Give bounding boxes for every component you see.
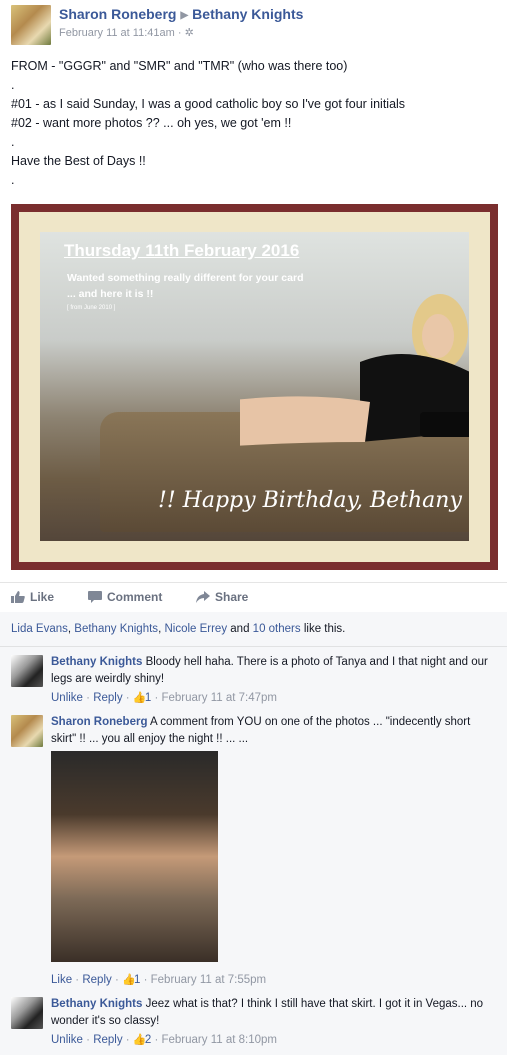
comment-like-count: 1 <box>144 692 152 704</box>
comment-button[interactable]: Comment <box>88 590 162 604</box>
like-button[interactable]: Like <box>11 590 54 604</box>
comment-text: Bethany Knights Bloody hell haha. There … <box>51 654 491 688</box>
reply-link[interactable]: Reply <box>93 1034 122 1046</box>
post-body: FROM - "GGGR" and "SMR" and "TMR" (who w… <box>11 57 499 190</box>
share-arrow-icon <box>196 591 210 603</box>
reply-link[interactable]: Reply <box>82 974 111 986</box>
liker-link[interactable]: Lida Evans <box>11 623 68 635</box>
author-name-link[interactable]: Sharon Roneberg <box>59 6 176 22</box>
post-line: . <box>11 135 15 149</box>
commenter-avatar[interactable] <box>11 655 43 687</box>
commenter-avatar[interactable] <box>11 997 43 1029</box>
likes-summary: Lida Evans, Bethany Knights, Nicole Erre… <box>0 612 507 647</box>
comment-likes[interactable]: 👍1 <box>122 974 140 986</box>
comment-text: Bethany Knights Jeez what is that? I thi… <box>51 996 491 1030</box>
comment-meta: Unlike · Reply · 👍2 · February 11 at 8:1… <box>51 1034 277 1046</box>
post-line: #02 - want more photos ?? ... oh yes, we… <box>11 116 292 130</box>
photo-caption: [ from June 2010 ] <box>67 305 116 311</box>
likes-text: Lida Evans, Bethany Knights, Nicole Erre… <box>11 623 346 635</box>
comment-time[interactable]: February 11 at 7:47pm <box>161 692 277 704</box>
comment-time[interactable]: February 11 at 8:10pm <box>161 1034 277 1046</box>
timestamp-link[interactable]: February 11 at 11:41am <box>59 27 175 39</box>
commenter-name-link[interactable]: Sharon Roneberg <box>51 716 147 728</box>
action-bar: Like Comment Share <box>0 582 507 613</box>
photo-greeting: !! Happy Birthday, Bethany !! <box>158 488 469 513</box>
post-line: #01 - as I said Sunday, I was a good cat… <box>11 97 406 111</box>
share-button[interactable]: Share <box>196 590 248 604</box>
commenter-name-link[interactable]: Bethany Knights <box>51 656 142 668</box>
like-label: Like <box>30 590 55 604</box>
woman-figure <box>240 294 469 446</box>
post-line: Have the Best of Days !! <box>11 154 146 168</box>
photo-subtitle: ... and here it is !! <box>67 288 154 300</box>
post-line: FROM - "GGGR" and "SMR" and "TMR" (who w… <box>11 59 348 73</box>
comment-likes[interactable]: 👍2 <box>133 1034 151 1046</box>
photo-subtitle: Wanted something really different for yo… <box>67 272 304 284</box>
liker-link[interactable]: Bethany Knights <box>74 623 158 635</box>
photo-image: Thursday 11th February 2016 Wanted somet… <box>40 232 469 541</box>
comment-like-count: 2 <box>144 1034 152 1046</box>
post-header: Sharon Roneberg ▶ Bethany Knights <box>59 6 303 22</box>
unlike-link[interactable]: Unlike <box>51 692 83 704</box>
thumbs-up-icon: 👍 <box>132 692 147 704</box>
author-avatar[interactable] <box>11 5 51 45</box>
comment-bubble-icon <box>88 591 102 603</box>
commenter-name-link[interactable]: Bethany Knights <box>51 998 142 1010</box>
photo-title: Thursday 11th February 2016 <box>64 241 300 260</box>
target-name-link[interactable]: Bethany Knights <box>192 6 303 22</box>
comment-meta: Unlike · Reply · 👍1 · February 11 at 7:4… <box>51 692 277 704</box>
liker-link[interactable]: Nicole Errey <box>164 623 227 635</box>
unlike-link[interactable]: Unlike <box>51 1034 83 1046</box>
post-photo[interactable]: Thursday 11th February 2016 Wanted somet… <box>11 204 498 570</box>
commenter-avatar[interactable] <box>11 715 43 747</box>
photo-mat: Thursday 11th February 2016 Wanted somet… <box>19 212 490 562</box>
comment-likes[interactable]: 👍1 <box>133 692 151 704</box>
reply-link[interactable]: Reply <box>93 692 122 704</box>
like-link[interactable]: Like <box>51 974 72 986</box>
share-label: Share <box>215 590 249 604</box>
post-line: . <box>11 173 15 187</box>
comment-label: Comment <box>107 590 163 604</box>
comment-meta: Like · Reply · 👍1 · February 11 at 7:55p… <box>51 974 267 986</box>
post-line: . <box>11 78 15 92</box>
comment-photo[interactable] <box>51 751 218 962</box>
thumbs-up-icon: 👍 <box>121 974 136 986</box>
likes-suffix: like this. <box>303 623 346 635</box>
likers-others-link[interactable]: 10 others <box>253 623 301 635</box>
thumbs-up-icon: 👍 <box>132 1034 147 1046</box>
arrow-right-icon: ▶ <box>180 10 189 21</box>
comment-text: Sharon Roneberg A comment from YOU on on… <box>51 714 491 748</box>
comment-time[interactable]: February 11 at 7:55pm <box>151 974 267 986</box>
post-card: Sharon Roneberg ▶ Bethany Knights February… <box>0 0 507 612</box>
comment-like-count: 1 <box>133 974 141 986</box>
post-timestamp: February 11 at 11:41am · ✲ <box>59 27 194 39</box>
thumbs-up-icon <box>11 591 25 603</box>
public-gear-icon[interactable]: ✲ <box>185 27 194 39</box>
